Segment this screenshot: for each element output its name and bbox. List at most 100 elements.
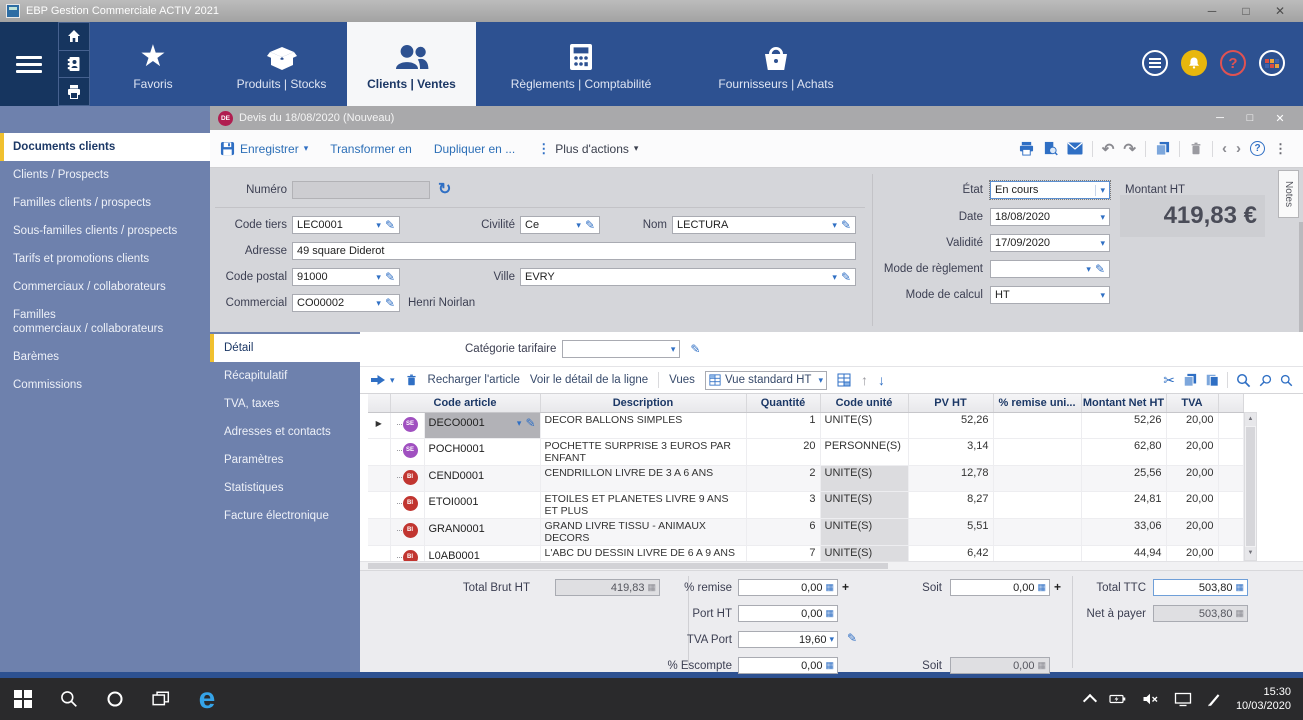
copy-lines-icon[interactable] bbox=[1183, 373, 1197, 387]
cell-unit[interactable]: UNITE(S) bbox=[820, 491, 908, 518]
refresh-icon[interactable]: ↻ bbox=[438, 179, 451, 199]
col-tva[interactable]: TVA bbox=[1166, 394, 1218, 412]
civilite-field[interactable]: Ce ▾ ✎ bbox=[520, 216, 600, 234]
table-row[interactable]: SE POCH0001 POCHETTE SURPRISE 3 EUROS PA… bbox=[368, 438, 1244, 465]
cell-montant[interactable]: 33,06 bbox=[1081, 518, 1166, 545]
chevron-down-icon[interactable]: ▾ bbox=[829, 634, 834, 645]
edit-pencil-icon[interactable]: ✎ bbox=[385, 218, 395, 232]
cell-pv-ht[interactable]: 52,26 bbox=[908, 412, 993, 438]
col-quantite[interactable]: Quantité bbox=[746, 394, 820, 412]
form-vertical-scrollbar[interactable] bbox=[1299, 222, 1303, 332]
etat-select[interactable]: En cours ▾ bbox=[990, 181, 1110, 199]
tab-tva-taxes[interactable]: TVA, taxes bbox=[210, 390, 360, 418]
edit-pencil-icon[interactable]: ✎ bbox=[385, 296, 395, 310]
table-row[interactable]: BI GRAN0001 GRAND LIVRE TISSU - ANIMAUX … bbox=[368, 518, 1244, 545]
cell-qty[interactable]: 7 bbox=[746, 545, 820, 561]
cell-description[interactable]: ETOILES ET PLANETES LIVRE 9 ANS ET PLUS bbox=[540, 491, 746, 518]
print-icon[interactable] bbox=[1019, 141, 1034, 156]
search-previous-icon[interactable] bbox=[1259, 374, 1272, 387]
task-view-button[interactable] bbox=[138, 678, 184, 720]
delete-icon[interactable] bbox=[1189, 141, 1203, 156]
total-ttc-field[interactable]: 503,80▦ bbox=[1153, 579, 1248, 596]
cell-remise[interactable] bbox=[993, 518, 1081, 545]
menu-button[interactable] bbox=[0, 22, 58, 106]
edit-pencil-icon[interactable]: ✎ bbox=[1095, 262, 1105, 276]
col-remise[interactable]: % remise uni... bbox=[993, 394, 1081, 412]
cell-description[interactable]: L'ABC DU DESSIN LIVRE DE 6 A 9 ANS bbox=[540, 545, 746, 561]
help-button[interactable]: ? bbox=[1220, 50, 1246, 76]
cell-code[interactable]: ETOI0001 bbox=[424, 491, 540, 518]
port-ht-field[interactable]: 0,00▦ bbox=[738, 605, 838, 622]
copy-icon[interactable] bbox=[1155, 141, 1170, 156]
chevron-down-icon[interactable]: ▾ bbox=[517, 417, 522, 429]
apps-button[interactable] bbox=[1259, 50, 1285, 76]
code-tiers-field[interactable]: LEC0001 ▾ ✎ bbox=[292, 216, 400, 234]
cell-code[interactable]: POCH0001 bbox=[424, 438, 540, 465]
categorie-tarifaire-field[interactable]: ▾ bbox=[562, 340, 680, 358]
date-field[interactable]: 18/08/2020 ▾ bbox=[990, 208, 1110, 226]
cell-unit[interactable]: PERSONNE(S) bbox=[820, 438, 908, 465]
calculator-icon[interactable]: ▦ bbox=[1235, 582, 1244, 593]
col-montant-net-ht[interactable]: Montant Net HT bbox=[1081, 394, 1166, 412]
cell-tva[interactable]: 20,00 bbox=[1166, 465, 1218, 491]
chevron-down-icon[interactable]: ▾ bbox=[376, 220, 381, 231]
redo-icon[interactable]: ↷ bbox=[1123, 140, 1136, 158]
commercial-field[interactable]: CO00002 ▾ ✎ bbox=[292, 294, 400, 312]
chevron-down-icon[interactable]: ▾ bbox=[1100, 290, 1105, 301]
pct-remise-field[interactable]: 0,00▦ bbox=[738, 579, 838, 596]
toolbar-overflow-icon[interactable]: ⋮ bbox=[1274, 141, 1287, 157]
network-icon[interactable] bbox=[1174, 691, 1192, 707]
restore-icon[interactable]: □ bbox=[1229, 0, 1263, 22]
doc-minimize-icon[interactable]: ─ bbox=[1205, 112, 1235, 124]
cell-pv-ht[interactable]: 8,27 bbox=[908, 491, 993, 518]
chevron-down-icon[interactable]: ▾ bbox=[1100, 212, 1105, 223]
calculator-icon[interactable]: ▦ bbox=[825, 608, 834, 619]
pct-escompte-field[interactable]: 0,00▦ bbox=[738, 657, 838, 674]
taskbar-search-button[interactable] bbox=[46, 678, 92, 720]
doc-close-icon[interactable]: ✕ bbox=[1265, 112, 1295, 125]
tab-favoris[interactable]: ★ Favoris bbox=[90, 22, 216, 106]
volume-muted-icon[interactable] bbox=[1142, 691, 1160, 707]
chevron-down-icon[interactable]: ▾ bbox=[671, 344, 676, 355]
table-row[interactable]: BI ETOI0001 ETOILES ET PLANETES LIVRE 9 … bbox=[368, 491, 1244, 518]
cell-unit[interactable]: UNITE(S) bbox=[820, 465, 908, 491]
cell-montant[interactable]: 25,56 bbox=[1081, 465, 1166, 491]
validite-field[interactable]: 17/09/2020 ▾ bbox=[990, 234, 1110, 252]
cell-remise[interactable] bbox=[993, 491, 1081, 518]
tab-recapitulatif[interactable]: Récapitulatif bbox=[210, 362, 360, 390]
sidebar-item-familles-commerciaux[interactable]: Familles commerciaux / collaborateurs bbox=[0, 301, 210, 343]
cell-remise[interactable] bbox=[993, 438, 1081, 465]
cell-code[interactable]: L0AB0001 bbox=[424, 545, 540, 561]
move-line-down-icon[interactable]: ↓ bbox=[878, 372, 885, 388]
sidebar-item-documents-clients[interactable]: Documents clients bbox=[0, 133, 210, 161]
chevron-down-icon[interactable]: ▾ bbox=[1100, 238, 1105, 249]
transformer-button[interactable]: Transformer en bbox=[330, 142, 412, 156]
cell-remise[interactable] bbox=[993, 465, 1081, 491]
tva-port-field[interactable]: 19,60 ▾ bbox=[738, 631, 838, 648]
previous-record-icon[interactable]: ‹ bbox=[1222, 140, 1227, 157]
table-row[interactable]: ▶ SE DECO0001 ▾ ✎ DECOR BALLONS SIMPLES … bbox=[368, 412, 1244, 438]
cell-montant[interactable]: 44,94 bbox=[1081, 545, 1166, 561]
cell-tva[interactable]: 20,00 bbox=[1166, 412, 1218, 438]
doc-maximize-icon[interactable]: □ bbox=[1235, 112, 1265, 124]
edit-pencil-icon[interactable]: ✎ bbox=[585, 218, 595, 232]
cell-description[interactable]: GRAND LIVRE TISSU - ANIMAUX DECORS bbox=[540, 518, 746, 545]
next-record-icon[interactable]: › bbox=[1236, 140, 1241, 157]
notes-side-tab[interactable]: Notes bbox=[1278, 170, 1299, 218]
edit-pencil-icon[interactable]: ✎ bbox=[841, 270, 851, 284]
cell-code[interactable]: CEND0001 bbox=[424, 465, 540, 491]
news-feed-button[interactable] bbox=[1142, 50, 1168, 76]
cell-code[interactable]: DECO0001 ▾ ✎ bbox=[424, 412, 540, 438]
nom-field[interactable]: LECTURA ▾ ✎ bbox=[672, 216, 856, 234]
vue-select[interactable]: Vue standard HT ▾ bbox=[705, 371, 827, 390]
tray-expand-icon[interactable] bbox=[1083, 694, 1097, 708]
chevron-down-icon[interactable]: ▾ bbox=[376, 298, 381, 309]
recharger-article-button[interactable]: Recharger l'article bbox=[428, 374, 520, 386]
sidebar-item-commissions[interactable]: Commissions bbox=[0, 371, 210, 399]
tab-parametres[interactable]: Paramètres bbox=[210, 446, 360, 474]
scrollbar-thumb[interactable] bbox=[1246, 427, 1255, 546]
scrollbar-thumb[interactable] bbox=[368, 563, 888, 569]
cell-qty[interactable]: 2 bbox=[746, 465, 820, 491]
cell-qty[interactable]: 1 bbox=[746, 412, 820, 438]
home-button[interactable] bbox=[58, 22, 90, 51]
